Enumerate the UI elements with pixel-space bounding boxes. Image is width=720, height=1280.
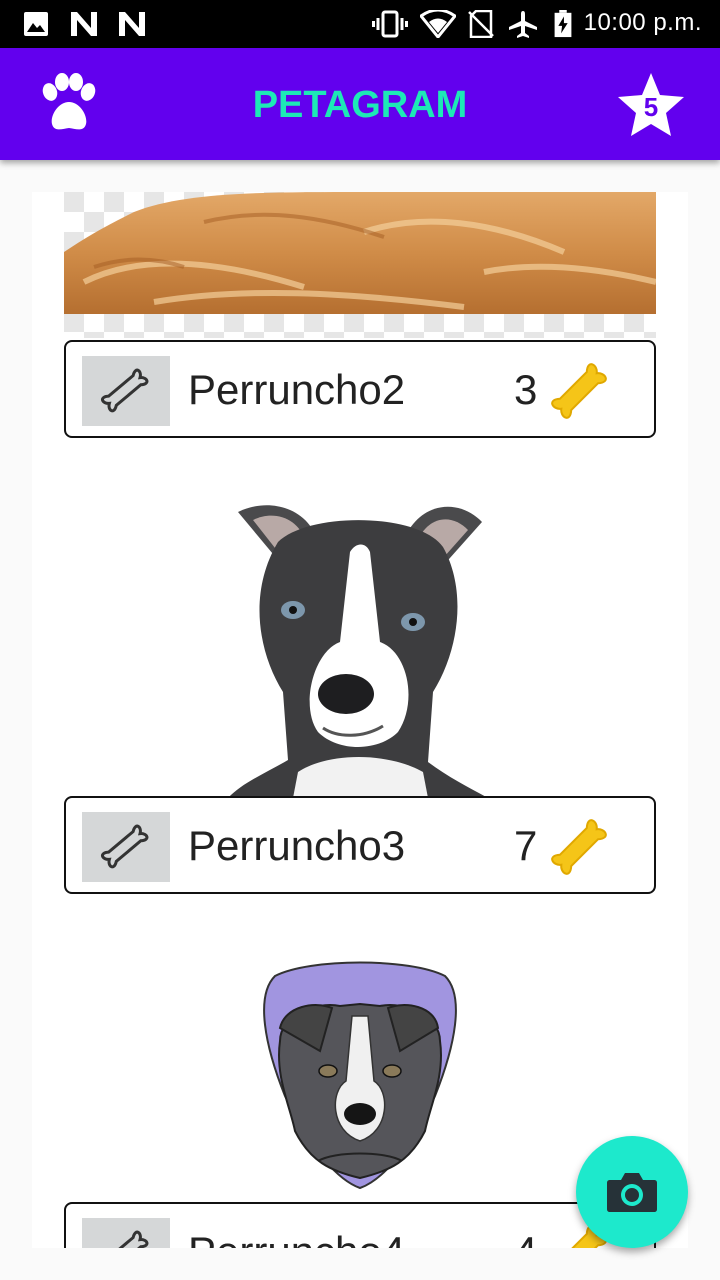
pet-name: Perruncho4 bbox=[188, 1228, 405, 1248]
like-count: 4 bbox=[514, 1228, 537, 1248]
n-notification-icon bbox=[71, 12, 97, 36]
pet-name: Perruncho3 bbox=[188, 822, 406, 869]
image-icon bbox=[24, 12, 48, 36]
pet-photo bbox=[240, 956, 480, 1196]
wifi-icon bbox=[420, 10, 456, 38]
vibrate-icon bbox=[372, 10, 408, 38]
n-notification-icon bbox=[119, 12, 145, 36]
like-button[interactable] bbox=[82, 1218, 170, 1248]
pet-card: Perruncho2 3 bbox=[32, 192, 688, 468]
camera-icon bbox=[607, 1173, 657, 1212]
like-count: 7 bbox=[514, 822, 538, 869]
pet-info-bar: Perruncho3 7 bbox=[64, 796, 656, 894]
bone-outline-icon bbox=[101, 824, 149, 869]
like-button[interactable] bbox=[82, 812, 170, 882]
bottom-spacer bbox=[0, 1248, 720, 1280]
pet-info-bar: Perruncho2 3 bbox=[64, 340, 656, 438]
camera-button[interactable] bbox=[576, 1136, 688, 1248]
favorites-button[interactable]: 5 bbox=[616, 70, 686, 140]
bone-icon bbox=[551, 363, 607, 419]
bone-outline-icon bbox=[101, 368, 149, 413]
pet-photo bbox=[218, 502, 502, 798]
favorites-count: 5 bbox=[643, 92, 659, 122]
like-button[interactable] bbox=[82, 356, 170, 426]
battery-charging-icon bbox=[554, 10, 572, 38]
pet-name: Perruncho2 bbox=[188, 366, 406, 413]
clock: 10:00 p.m. bbox=[583, 9, 702, 36]
pet-list[interactable]: Perruncho2 3 Perruncho3 7 bbox=[32, 192, 688, 1248]
app-bar: PETAGRAM 5 bbox=[0, 48, 720, 160]
bone-icon bbox=[551, 819, 607, 875]
like-count: 3 bbox=[514, 366, 538, 413]
no-sim-icon bbox=[468, 10, 494, 38]
pet-info-bar: Perruncho4 4 bbox=[64, 1202, 656, 1248]
app-title: PETAGRAM bbox=[252, 84, 468, 126]
bone-outline-icon bbox=[101, 1230, 149, 1248]
pet-card: Perruncho3 7 bbox=[32, 468, 688, 926]
pet-photo bbox=[64, 192, 656, 338]
status-bar: 10:00 p.m. bbox=[0, 0, 720, 48]
airplane-icon bbox=[509, 11, 537, 38]
